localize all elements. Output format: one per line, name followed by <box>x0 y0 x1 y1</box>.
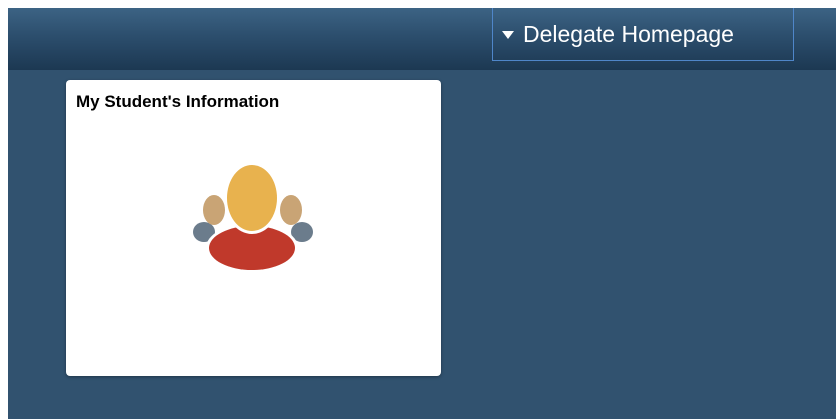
left-person-head <box>203 195 225 225</box>
homepage-selector-button[interactable]: Delegate Homepage <box>492 8 794 61</box>
tile-title: My Student's Information <box>76 92 280 111</box>
main-person-head <box>227 165 277 231</box>
homepage-selector-label: Delegate Homepage <box>523 20 734 47</box>
right-person-head <box>280 195 302 225</box>
caret-down-icon <box>502 30 514 39</box>
tile-my-students-information[interactable]: My Student's Information <box>66 80 441 376</box>
top-banner: Delegate Homepage <box>8 8 836 70</box>
people-group-icon <box>190 158 314 279</box>
app-frame: Delegate Homepage My Student's Informati… <box>8 8 836 419</box>
